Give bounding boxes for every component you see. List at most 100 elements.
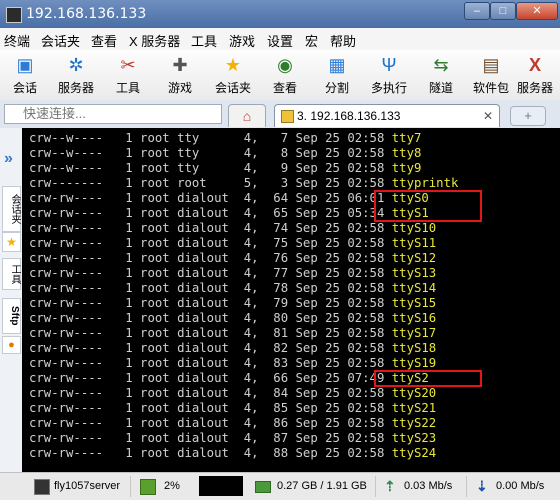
home-icon: ⌂	[242, 108, 252, 124]
home-tab[interactable]: ⌂	[228, 104, 266, 127]
file-listing-text: crw-rw---- 1 root dialout 4, 74 Sep 25 0…	[29, 221, 392, 235]
device-name: ttyS13	[391, 266, 437, 280]
close-button[interactable]: ✕	[516, 2, 558, 20]
tab-close-icon[interactable]: ✕	[483, 105, 493, 127]
file-listing-text: crw-rw---- 1 root dialout 4, 77 Sep 25 0…	[29, 266, 392, 280]
menu-settings[interactable]: 设置	[267, 31, 293, 50]
toolbar-tools-button[interactable]: ✂ 工具	[105, 52, 151, 98]
device-name: ttyS12	[391, 251, 437, 265]
file-listing-text: crw-rw---- 1 root dialout 4, 88 Sep 25 0…	[29, 446, 392, 460]
upload-icon: ⇡	[384, 478, 396, 494]
device-name: ttyS21	[391, 401, 437, 415]
sidebar-expand-icon[interactable]: »	[4, 150, 13, 168]
menu-xserver[interactable]: X 服务器	[129, 31, 180, 50]
tab-label: 3. 192.168.136.133	[297, 109, 401, 123]
file-listing-text: crw-rw---- 1 root dialout 4, 79 Sep 25 0…	[29, 296, 392, 310]
menu-macro[interactable]: 宏	[305, 31, 318, 50]
status-divider	[466, 476, 467, 497]
toolbar-tunnel-button[interactable]: ⇆ 隧道	[418, 52, 464, 98]
terminal-line: crw-rw---- 1 root dialout 4, 87 Sep 25 0…	[29, 431, 436, 446]
device-name: ttyS18	[391, 341, 437, 355]
terminal-line: crw-rw---- 1 root dialout 4, 79 Sep 25 0…	[29, 296, 436, 311]
terminal-line: crw-rw---- 1 root dialout 4, 77 Sep 25 0…	[29, 266, 436, 281]
file-listing-text: crw-rw---- 1 root dialout 4, 76 Sep 25 0…	[29, 251, 392, 265]
toolbar-split-button[interactable]: ▦ 分割	[314, 52, 360, 98]
toolbar-servers-button[interactable]: ✲ 服务器	[53, 52, 99, 98]
file-listing-text: crw-rw---- 1 root dialout 4, 80 Sep 25 0…	[29, 311, 392, 325]
tab-session-3[interactable]: 3. 192.168.136.133 ✕	[274, 104, 500, 127]
menu-sessions[interactable]: 会话夹	[41, 31, 80, 50]
status-bar: fly1057server 2% 0.27 GB / 1.91 GB ⇡ 0.0…	[0, 472, 560, 500]
minimize-button[interactable]: –	[464, 2, 490, 20]
xserver-icon: X	[528, 55, 541, 75]
terminal-line: crw--w---- 1 root tty 4, 9 Sep 25 02:58 …	[29, 161, 421, 176]
left-sidebar: » 会话夹 ★ 工具 Sftp ●	[0, 128, 23, 472]
status-cpu: 2%	[164, 480, 180, 492]
file-listing-text: crw-rw---- 1 root dialout 4, 66 Sep 25 0…	[29, 371, 392, 385]
star-icon[interactable]: ★	[2, 232, 21, 252]
sftp-icon[interactable]: ●	[2, 336, 21, 354]
cpu-icon	[140, 479, 156, 495]
file-listing-text: crw-rw---- 1 root dialout 4, 82 Sep 25 0…	[29, 341, 392, 355]
terminal-line: crw-rw---- 1 root dialout 4, 81 Sep 25 0…	[29, 326, 436, 341]
menu-help[interactable]: 帮助	[330, 31, 356, 50]
terminal-line: crw-rw---- 1 root dialout 4, 80 Sep 25 0…	[29, 311, 436, 326]
menu-terminal[interactable]: 终端	[4, 31, 30, 50]
window-titlebar: 192.168.136.133 – □ ✕	[0, 0, 560, 28]
file-listing-text: crw-rw---- 1 root dialout 4, 78 Sep 25 0…	[29, 281, 392, 295]
menu-games[interactable]: 游戏	[229, 31, 255, 50]
device-name: ttyprintk	[391, 176, 459, 190]
terminal-line: crw-rw---- 1 root dialout 4, 75 Sep 25 0…	[29, 236, 436, 251]
tools-icon: ✂	[120, 55, 136, 75]
toolbar: ▣ 会话 ✲ 服务器 ✂ 工具 ✚ 游戏 ★ 会话夹 ◉ 查看 ▦ 分割 Ψ 多…	[0, 50, 560, 101]
tunnel-icon: ⇆	[433, 55, 449, 75]
highlight-box	[374, 190, 482, 222]
menu-tools[interactable]: 工具	[191, 31, 217, 50]
terminal-line: crw-rw---- 1 root dialout 4, 64 Sep 25 0…	[29, 191, 429, 206]
file-listing-text: crw--w---- 1 root tty 4, 8 Sep 25 02:58	[29, 146, 392, 160]
device-name: ttyS20	[391, 386, 437, 400]
quick-connect-input[interactable]	[4, 104, 222, 124]
toolbar-xserver-button[interactable]: X 服务器	[512, 52, 558, 98]
sidebar-item-sessions[interactable]: 会话夹	[2, 186, 21, 232]
terminal-line: crw-rw---- 1 root dialout 4, 78 Sep 25 0…	[29, 281, 436, 296]
cpu-graph	[199, 476, 243, 496]
terminal-line: crw-rw---- 1 root dialout 4, 85 Sep 25 0…	[29, 401, 436, 416]
terminal-line: crw--w---- 1 root tty 4, 8 Sep 25 02:58 …	[29, 146, 421, 161]
toolbar-view-button[interactable]: ◉ 查看	[262, 52, 308, 98]
maximize-button[interactable]: □	[490, 2, 516, 20]
terminal-line: crw-rw---- 1 root dialout 4, 82 Sep 25 0…	[29, 341, 436, 356]
device-name: tty7	[391, 131, 422, 145]
file-listing-text: crw------- 1 root root 5, 3 Sep 25 02:58	[29, 176, 392, 190]
toolbar-bookmarks-button[interactable]: ★ 会话夹	[210, 52, 256, 98]
device-name: ttyS19	[391, 356, 437, 370]
device-name: ttyS15	[391, 296, 437, 310]
file-listing-text: crw-rw---- 1 root dialout 4, 86 Sep 25 0…	[29, 416, 392, 430]
games-icon: ✚	[172, 55, 188, 75]
device-name: ttyS11	[391, 236, 437, 250]
terminal-line: crw-rw---- 1 root dialout 4, 83 Sep 25 0…	[29, 356, 436, 371]
device-name: tty8	[391, 146, 422, 160]
terminal-line: crw-rw---- 1 root dialout 4, 86 Sep 25 0…	[29, 416, 436, 431]
status-server: fly1057server	[54, 480, 121, 492]
status-download: 0.00 Mb/s	[496, 480, 545, 492]
download-icon: ⇣	[476, 478, 488, 494]
terminal-line: crw-rw---- 1 root dialout 4, 66 Sep 25 0…	[29, 371, 429, 386]
status-divider	[375, 476, 376, 497]
new-tab-button[interactable]: +	[510, 106, 546, 126]
star-icon: ★	[224, 55, 242, 75]
menu-view[interactable]: 查看	[91, 31, 117, 50]
toolbar-session-button[interactable]: ▣ 会话	[2, 52, 48, 98]
file-listing-text: crw-rw---- 1 root dialout 4, 83 Sep 25 0…	[29, 356, 392, 370]
sidebar-item-sftp[interactable]: Sftp	[2, 298, 21, 334]
terminal-line: crw-rw---- 1 root dialout 4, 88 Sep 25 0…	[29, 446, 436, 461]
package-icon: ▤	[482, 55, 500, 75]
file-listing-text: crw--w---- 1 root tty 4, 9 Sep 25 02:58	[29, 161, 392, 175]
sidebar-item-tools[interactable]: 工具	[2, 258, 21, 290]
toolbar-games-button[interactable]: ✚ 游戏	[157, 52, 203, 98]
toolbar-package-button[interactable]: ▤ 软件包	[468, 52, 514, 98]
file-listing-text: crw-rw---- 1 root dialout 4, 87 Sep 25 0…	[29, 431, 392, 445]
toolbar-multiexec-button[interactable]: Ψ 多执行	[366, 52, 412, 98]
terminal-output[interactable]: crw--w---- 1 root tty 4, 7 Sep 25 02:58 …	[22, 128, 560, 472]
status-divider	[130, 476, 131, 497]
